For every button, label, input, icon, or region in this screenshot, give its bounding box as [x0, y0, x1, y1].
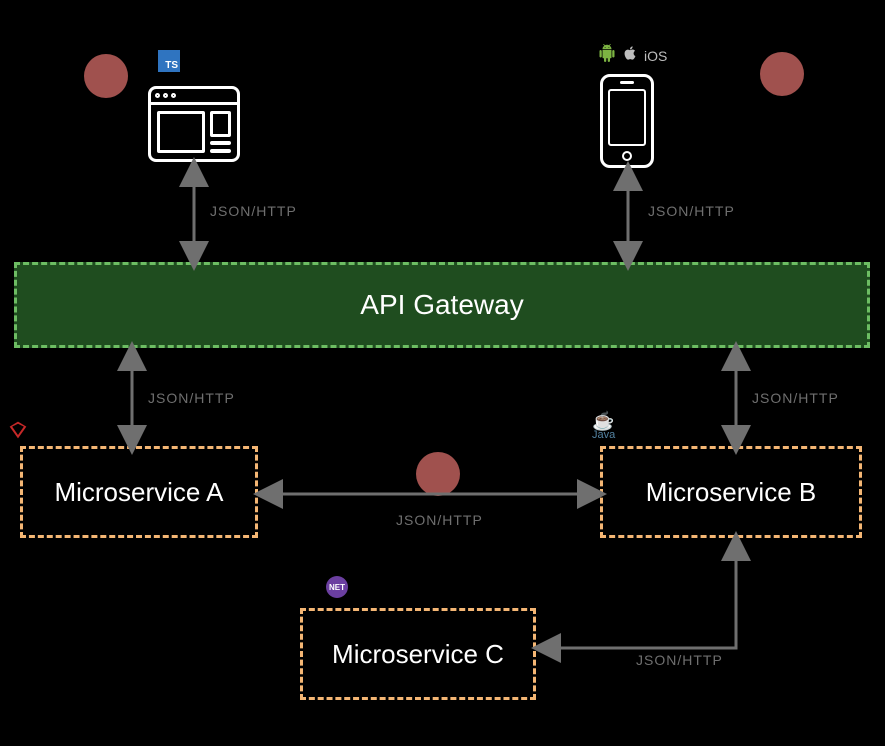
protocol-label: JSON/HTTP [636, 652, 723, 668]
apple-icon [622, 44, 638, 67]
api-gateway-label: API Gateway [360, 289, 523, 321]
mobile-platform-icons: iOS [598, 44, 667, 67]
microservice-c-node: Microservice C [300, 608, 536, 700]
protocol-label: JSON/HTTP [396, 512, 483, 528]
microservice-b-node: Microservice B [600, 446, 862, 538]
dotnet-icon: NET [326, 576, 348, 598]
ios-label: iOS [644, 48, 667, 64]
microservice-b-label: Microservice B [646, 477, 816, 508]
microservice-a-node: Microservice A [20, 446, 258, 538]
typescript-icon: TS [158, 50, 180, 72]
protocol-label: JSON/HTTP [752, 390, 839, 406]
protocol-label: JSON/HTTP [648, 203, 735, 219]
decorative-dot [416, 452, 460, 496]
microservice-c-label: Microservice C [332, 639, 504, 670]
browser-client-icon [148, 86, 240, 162]
protocol-label: JSON/HTTP [210, 203, 297, 219]
protocol-label: JSON/HTTP [148, 390, 235, 406]
android-icon [598, 44, 616, 67]
decorative-dot [84, 54, 128, 98]
decorative-dot [760, 52, 804, 96]
microservice-a-label: Microservice A [54, 477, 223, 508]
api-gateway-node: API Gateway [14, 262, 870, 348]
mobile-client-icon [600, 74, 654, 168]
ruby-icon [8, 420, 28, 446]
java-icon: ☕ Java [592, 412, 615, 441]
